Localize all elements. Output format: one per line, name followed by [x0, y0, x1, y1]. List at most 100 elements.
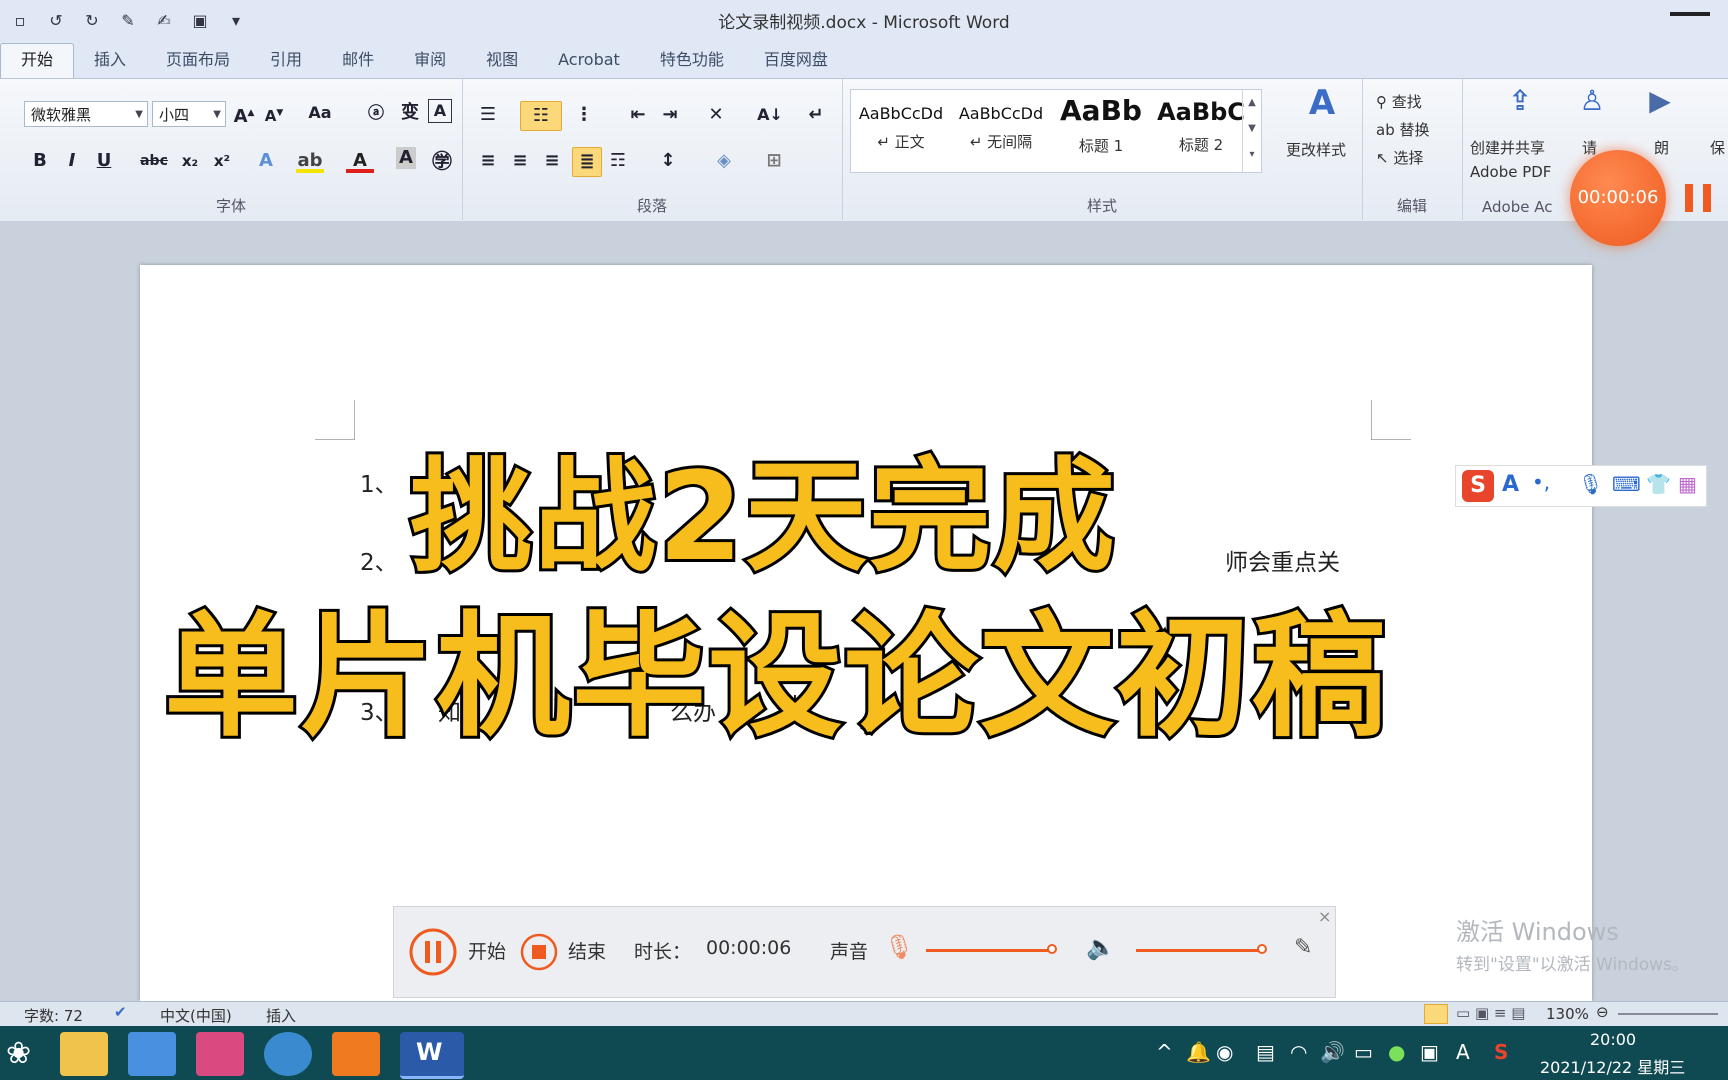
microphone-icon[interactable]: 🎙 — [884, 933, 914, 961]
start-label[interactable]: 开始 — [468, 937, 506, 964]
sort-icon[interactable]: A↓ — [756, 101, 784, 129]
change-case-icon[interactable]: Aa — [306, 99, 334, 127]
shading-icon[interactable]: ◈ — [710, 147, 738, 175]
font-size-combo[interactable]: 小四 ▼ — [152, 101, 226, 127]
wifi-icon[interactable]: ◠ — [1290, 1040, 1307, 1064]
grow-font-icon[interactable]: A▲ — [230, 99, 258, 127]
view-mode-icons[interactable]: ▭ ▣ ≡ ▤ — [1456, 1004, 1525, 1022]
recording-timer-badge[interactable]: 00:00:06 — [1570, 150, 1666, 246]
minimize-button[interactable] — [1670, 12, 1710, 16]
adobe-pdf-label[interactable]: Adobe PDF — [1470, 163, 1551, 181]
pause-icon[interactable] — [1683, 180, 1713, 216]
phonetic-guide-icon[interactable]: 变 — [396, 99, 424, 127]
show-marks-icon[interactable]: ↵ — [802, 101, 830, 129]
tray-overflow-icon[interactable]: ^ — [1156, 1040, 1173, 1064]
pause-record-icon[interactable] — [408, 927, 458, 977]
qq-icon[interactable]: ◉ — [1216, 1040, 1233, 1064]
green-app-icon[interactable]: ● — [1388, 1040, 1405, 1064]
numbering-icon[interactable]: ☷ — [520, 101, 562, 131]
font-color-icon[interactable]: A — [346, 147, 374, 173]
skin-icon[interactable]: 👕 — [1646, 472, 1671, 496]
toolbox-icon[interactable]: ▦ — [1678, 472, 1697, 496]
ime-indicator[interactable]: A — [1456, 1040, 1470, 1064]
clock-time[interactable]: 20:00 — [1590, 1030, 1636, 1049]
speaker-icon[interactable]: 🔈 — [1086, 933, 1116, 961]
word-count[interactable]: 字数: 72 — [24, 1005, 83, 1026]
tab-references[interactable]: 引用 — [250, 44, 322, 78]
microphone-icon[interactable]: 🎙 — [1578, 472, 1603, 496]
char-border-icon[interactable]: A — [428, 99, 452, 123]
borders-icon[interactable]: ⊞ — [760, 147, 788, 175]
screen-icon[interactable]: ▣ — [1420, 1040, 1439, 1064]
align-right-icon[interactable]: ≡ — [538, 147, 566, 175]
style-normal[interactable]: AaBbCcDd ↵ 正文 — [851, 90, 951, 172]
tab-page-layout[interactable]: 页面布局 — [146, 44, 250, 78]
enclose-char-icon[interactable]: ㊫ — [428, 147, 456, 175]
font-name-combo[interactable]: 微软雅黑 ▼ — [24, 101, 148, 127]
ime-lang-icon[interactable]: A — [1502, 472, 1519, 497]
replace-button[interactable]: ab 替换 — [1376, 119, 1430, 140]
justify-icon[interactable]: ≣ — [572, 147, 602, 177]
video-app-icon[interactable] — [196, 1032, 244, 1076]
style-no-spacing[interactable]: AaBbCcDd ↵ 无间隔 — [951, 90, 1051, 172]
zoom-level[interactable]: 130% — [1546, 1005, 1589, 1023]
sogou-tray-icon[interactable]: S — [1494, 1040, 1508, 1064]
change-styles-label[interactable]: 更改样式 — [1286, 139, 1346, 160]
line-spacing-icon[interactable]: ↕ — [654, 147, 682, 175]
italic-icon[interactable]: I — [58, 147, 86, 175]
strikethrough-icon[interactable]: abc — [140, 147, 168, 175]
style-heading-2[interactable]: AaBbC 标题 2 — [1151, 90, 1251, 172]
tab-insert[interactable]: 插入 — [74, 44, 146, 78]
pdf-app-icon[interactable] — [332, 1032, 380, 1076]
bullets-icon[interactable]: ☰ — [474, 101, 502, 129]
sogou-logo-icon[interactable]: S — [1462, 470, 1494, 502]
tab-review[interactable]: 审阅 — [394, 44, 466, 78]
align-left-icon[interactable]: ≡ — [474, 147, 502, 175]
underline-icon[interactable]: U — [90, 147, 118, 175]
shrink-font-icon[interactable]: A▼ — [260, 99, 288, 127]
increase-indent-icon[interactable]: ⇥ — [656, 101, 684, 129]
display-icon[interactable]: ▤ — [1256, 1040, 1275, 1064]
speaker-volume-handle[interactable] — [1257, 944, 1268, 954]
create-share-label[interactable]: 创建并共享 — [1470, 137, 1545, 158]
tab-baidu-netdisk[interactable]: 百度网盘 — [744, 44, 848, 78]
battery-icon[interactable]: ▭ — [1354, 1040, 1373, 1064]
subscript-icon[interactable]: x₂ — [176, 147, 204, 175]
zoom-out-icon[interactable]: ⊖ — [1596, 1003, 1609, 1021]
notification-icon[interactable]: 🔔 — [1186, 1040, 1211, 1064]
insert-mode[interactable]: 插入 — [266, 1005, 296, 1026]
style-gallery-scroll[interactable]: ▲ ▼ ▾ — [1242, 90, 1261, 172]
highlight-icon[interactable]: ab — [296, 147, 324, 173]
distributed-icon[interactable]: ☶ — [604, 147, 632, 175]
mic-volume-handle[interactable] — [1047, 944, 1058, 954]
pen-icon[interactable]: ✎ — [1294, 935, 1312, 960]
tab-home[interactable]: 开始 — [0, 43, 75, 78]
style-heading-1[interactable]: AaBb 标题 1 — [1051, 90, 1151, 172]
ime-toolbar[interactable]: S A •, 🎙 ⌨ 👕 ▦ — [1455, 465, 1707, 507]
recorder-close-button[interactable]: × — [1318, 907, 1331, 926]
protect-label[interactable]: 保 — [1710, 137, 1725, 158]
bold-icon[interactable]: B — [26, 147, 54, 175]
tab-special[interactable]: 特色功能 — [640, 44, 744, 78]
chinese-layout-icon[interactable]: ✕ — [702, 101, 730, 129]
align-center-icon[interactable]: ≡ — [506, 147, 534, 175]
file-explorer-icon[interactable] — [60, 1032, 108, 1076]
read-aloud-icon[interactable]: ▶ — [1642, 87, 1678, 123]
mic-volume-slider[interactable] — [926, 944, 1058, 954]
browser-icon[interactable] — [264, 1032, 312, 1076]
app-manager-icon[interactable] — [128, 1032, 176, 1076]
find-button[interactable]: ⚲ 查找 — [1376, 91, 1422, 112]
tab-mailings[interactable]: 邮件 — [322, 44, 394, 78]
zoom-slider[interactable] — [1618, 1013, 1718, 1015]
tab-acrobat[interactable]: Acrobat — [538, 44, 640, 78]
multilevel-list-icon[interactable]: ⋮ — [570, 101, 598, 129]
review-icon[interactable]: ♙ — [1574, 87, 1610, 123]
read-aloud-label[interactable]: 朗 — [1654, 137, 1669, 158]
proofing-icon[interactable]: ✔ — [114, 1003, 127, 1021]
clear-format-icon[interactable]: ⓐ — [362, 99, 390, 127]
select-button[interactable]: ↖ 选择 — [1376, 147, 1423, 168]
char-shading-icon[interactable]: A — [396, 147, 416, 169]
language-indicator[interactable]: 中文(中国) — [160, 1005, 232, 1026]
end-label[interactable]: 结束 — [568, 937, 606, 964]
print-layout-icon[interactable] — [1424, 1004, 1448, 1024]
